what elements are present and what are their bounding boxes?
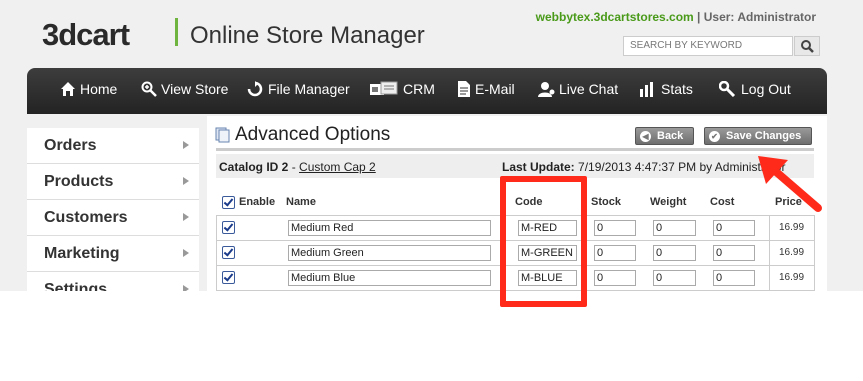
search-button[interactable]	[794, 36, 820, 56]
cost-field[interactable]: 0	[713, 220, 755, 236]
chevron-right-icon	[183, 141, 189, 149]
logo[interactable]: 3dcart	[42, 17, 130, 53]
enable-checkbox[interactable]	[222, 246, 235, 259]
sidebar-item-label: Settings	[44, 281, 108, 291]
chevron-right-icon	[183, 249, 189, 257]
col-enable: Enable	[239, 196, 276, 208]
chevron-right-icon	[183, 213, 189, 221]
highlight-box	[500, 176, 587, 307]
chevron-right-icon	[183, 285, 189, 291]
bar-chart-icon	[640, 82, 653, 97]
sidebar-item-products[interactable]: Products	[27, 164, 199, 200]
nav-crm[interactable]: CRM	[369, 81, 435, 97]
sidebar-item-label: Marketing	[44, 245, 120, 262]
col-stock: Stock	[591, 196, 621, 208]
nav-label: Home	[80, 81, 118, 97]
sidebar-item-customers[interactable]: Customers	[27, 200, 199, 236]
store-link[interactable]: webbytex.3dcartstores.com	[536, 10, 694, 24]
price-value: 16.99	[779, 247, 805, 258]
stock-field[interactable]: 0	[594, 245, 636, 261]
table-border	[814, 215, 815, 291]
search-input[interactable]: SEARCH BY KEYWORD	[623, 36, 793, 56]
cost-field[interactable]: 0	[713, 270, 755, 286]
enable-all-checkbox[interactable]	[222, 196, 235, 209]
catalog-info-bar: Catalog ID 2 - Custom Cap 2 Last Update:…	[216, 154, 814, 178]
catalog-separator: -	[288, 160, 300, 174]
nav-label: CRM	[403, 81, 435, 97]
nav-live-chat[interactable]: Live Chat	[537, 81, 618, 97]
back-button[interactable]: ◀ Back	[635, 127, 694, 145]
logo-divider	[175, 18, 178, 46]
arrow-left-icon: ◀	[640, 130, 651, 142]
document-icon	[458, 81, 470, 97]
col-cost: Cost	[710, 196, 735, 208]
page-title: Advanced Options	[235, 124, 391, 145]
last-update-label: Last Update:	[502, 160, 575, 174]
col-weight: Weight	[650, 196, 687, 208]
nav-file-manager[interactable]: File Manager	[246, 81, 350, 97]
wrench-icon	[719, 81, 736, 97]
user-icon	[538, 82, 555, 97]
stock-field[interactable]: 0	[594, 270, 636, 286]
pages-icon	[215, 127, 230, 143]
main-nav: Home View Store File Manager CRM E-Mail …	[27, 68, 827, 114]
nav-label: E-Mail	[475, 81, 515, 97]
account-info: webbytex.3dcartstores.com | User: Admini…	[536, 10, 816, 24]
pointer-arrow-icon	[758, 156, 822, 212]
sidebar-item-marketing[interactable]: Marketing	[27, 236, 199, 272]
catalog-id: Catalog ID 2	[219, 160, 289, 174]
account-separator: |	[693, 10, 704, 24]
weight-field[interactable]: 0	[653, 245, 696, 261]
save-label: Save Changes	[726, 130, 802, 142]
magnifier-icon	[141, 81, 157, 97]
sidebar-item-label: Orders	[44, 137, 97, 154]
sidebar-item-settings[interactable]: Settings	[27, 272, 199, 291]
weight-field[interactable]: 0	[653, 270, 696, 286]
sidebar: Orders Products Customers Marketing Sett…	[27, 128, 199, 291]
sidebar-item-label: Products	[44, 173, 114, 190]
search-placeholder: SEARCH BY KEYWORD	[630, 40, 743, 51]
stock-field[interactable]: 0	[594, 220, 636, 236]
cost-field[interactable]: 0	[713, 245, 755, 261]
nav-log-out[interactable]: Log Out	[719, 81, 791, 97]
price-value: 16.99	[779, 272, 805, 283]
catalog-info: Catalog ID 2 - Custom Cap 2	[219, 160, 376, 174]
user-label: User: Administrator	[703, 10, 816, 24]
search-icon	[801, 40, 814, 53]
last-update: Last Update: 7/19/2013 4:47:37 PM by Adm…	[502, 160, 785, 174]
name-field[interactable]: Medium Red	[288, 220, 491, 236]
refresh-icon	[247, 81, 263, 97]
price-value: 16.99	[779, 222, 805, 233]
weight-field[interactable]: 0	[653, 220, 696, 236]
sidebar-item-label: Customers	[44, 209, 128, 226]
app-subtitle: Online Store Manager	[190, 22, 425, 49]
nav-label: Log Out	[741, 81, 791, 97]
nav-home[interactable]: Home	[60, 81, 117, 97]
name-field[interactable]: Medium Green	[288, 245, 491, 261]
sidebar-item-orders[interactable]: Orders	[27, 128, 199, 164]
enable-checkbox[interactable]	[222, 221, 235, 234]
nav-label: Live Chat	[559, 81, 619, 97]
nav-view-store[interactable]: View Store	[141, 81, 228, 97]
chevron-right-icon	[183, 177, 189, 185]
nav-label: View Store	[161, 81, 229, 97]
title-rule	[216, 148, 814, 151]
col-name: Name	[286, 196, 316, 208]
nav-stats[interactable]: Stats	[639, 81, 693, 97]
name-field[interactable]: Medium Blue	[288, 270, 491, 286]
screenshot-area: 3dcart Online Store Manager webbytex.3dc…	[0, 0, 863, 291]
home-icon	[61, 82, 75, 96]
cards-icon	[370, 81, 398, 95]
check-icon: ✔	[709, 130, 720, 142]
nav-email[interactable]: E-Mail	[457, 81, 515, 97]
back-label: Back	[657, 130, 684, 142]
header: 3dcart Online Store Manager webbytex.3dc…	[0, 0, 863, 66]
nav-label: File Manager	[268, 81, 350, 97]
enable-checkbox[interactable]	[222, 271, 235, 284]
catalog-name-link[interactable]: Custom Cap 2	[299, 160, 376, 174]
save-changes-button[interactable]: ✔ Save Changes	[704, 127, 812, 145]
nav-label: Stats	[661, 81, 693, 97]
